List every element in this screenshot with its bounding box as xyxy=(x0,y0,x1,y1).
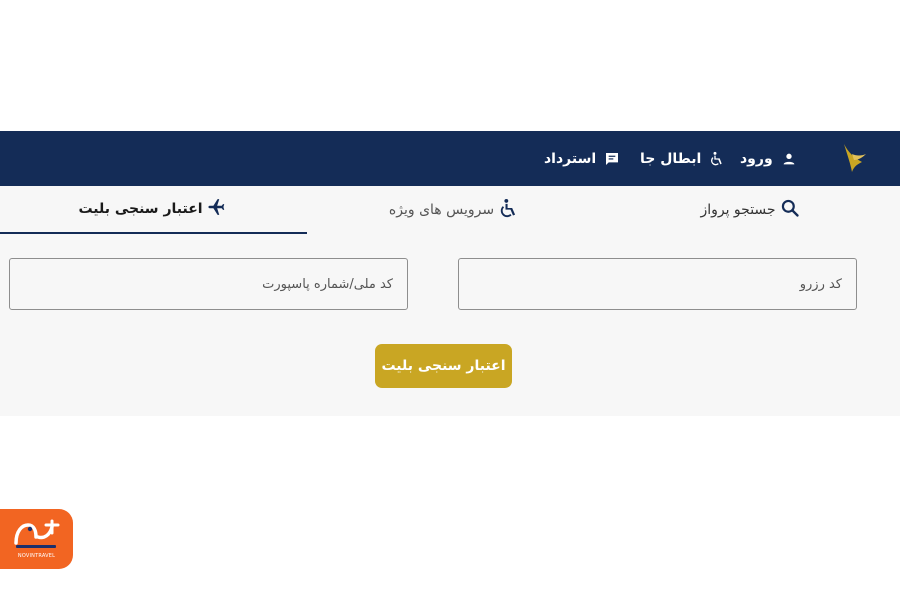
tab-special-services[interactable]: سرویس های ویژه xyxy=(307,186,600,234)
cancel-label: ابطال جا xyxy=(640,150,702,167)
refund-link[interactable]: استرداد xyxy=(544,131,620,186)
accessible-icon xyxy=(498,198,518,222)
novintravel-watermark-logo: NOVINTRAVEL xyxy=(0,509,73,569)
watermark-brand-text: NOVINTRAVEL xyxy=(17,553,56,559)
login-link[interactable]: ورود xyxy=(740,131,797,186)
tab-flight-search[interactable]: جستجو پرواز xyxy=(600,186,900,234)
tab-flight-search-label: جستجو پرواز xyxy=(700,202,776,218)
novintravel-logo-mark xyxy=(14,519,60,548)
tab-ticket-validation-label: اعتبار سنجی بلیت xyxy=(78,201,203,217)
person-icon xyxy=(781,151,797,167)
national-id-passport-input[interactable] xyxy=(9,258,408,310)
top-navbar: ورود ابطال جا استرداد xyxy=(0,131,900,186)
reservation-code-input[interactable] xyxy=(458,258,857,310)
search-icon xyxy=(780,198,800,222)
airplane-icon xyxy=(207,197,229,221)
airline-logo[interactable] xyxy=(838,140,868,176)
ticket-validation-panel: جستجو پرواز سرویس های ویژه اعتبار سنجی ب… xyxy=(0,186,900,416)
wheelchair-person-icon xyxy=(709,151,725,167)
login-label: ورود xyxy=(740,150,773,167)
cancel-reservation-link[interactable]: ابطال جا xyxy=(640,131,725,186)
chat-message-icon xyxy=(604,151,620,167)
refund-label: استرداد xyxy=(544,150,597,167)
validate-ticket-button[interactable]: اعتبار سنجی بلیت xyxy=(375,344,512,388)
tab-special-services-label: سرویس های ویژه xyxy=(388,202,495,218)
tab-ticket-validation[interactable]: اعتبار سنجی بلیت xyxy=(0,186,307,234)
